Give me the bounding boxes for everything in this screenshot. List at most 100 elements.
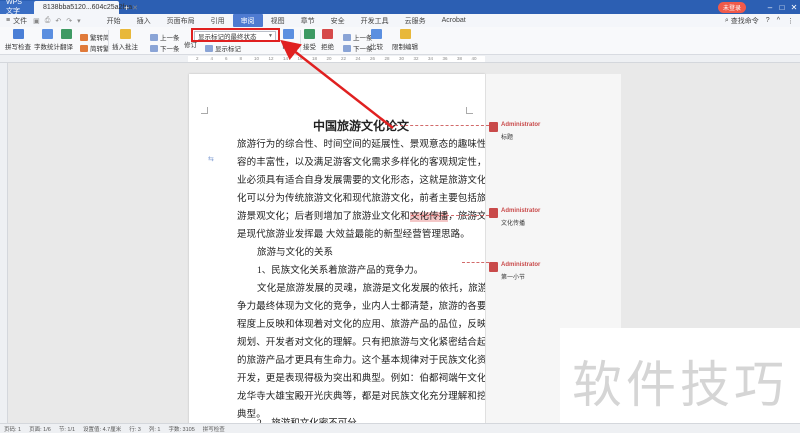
paragraph-line[interactable]: 业必须具有适合自身发展需要的文化形态，这就是旅游文化。旅游文 xyxy=(237,172,525,186)
word-count-label: 字数统计 xyxy=(34,44,60,51)
paragraph-line[interactable]: 容的丰富性，以及满足游客文化需求多样化的客观规定性，促使旅游 xyxy=(237,154,525,168)
paragraph-line[interactable]: 的旅游产品才更具有生命力。这个基本规律对于民族文化资源的旅游 xyxy=(237,352,525,366)
numbered-item[interactable]: 1、民族文化关系着旅游产品的竞争力。 xyxy=(257,262,423,276)
minimize-button[interactable]: – xyxy=(764,3,776,12)
ruler-tick-label: 8 xyxy=(239,56,243,61)
compare-button[interactable]: 比较 xyxy=(370,29,383,51)
paragraph-line[interactable]: 化可以分为传统旅游文化和现代旅游文化，前者主要包括旅游者和旅 xyxy=(237,190,525,204)
undo-icon[interactable]: ↶ xyxy=(55,17,61,25)
spell-check-icon xyxy=(12,29,24,39)
paragraph-line[interactable]: 争力最终体现为文化的竞争，业内人士都清楚，旅游的各要素在一定 xyxy=(237,298,525,312)
ruler-tick-label: 6 xyxy=(225,56,228,61)
paragraph-line[interactable]: 龙华寺大雄宝殿开光庆典等，都是对民族文化充分理解和挖掘运用的 xyxy=(237,388,525,402)
ruler-tick-label: 30 xyxy=(399,56,405,61)
ruler-tick-label: 4 xyxy=(210,56,214,61)
prev-change-button[interactable]: 上一条 xyxy=(343,32,373,42)
horizontal-ruler[interactable]: 2 4 6 8 10 12 14 16 18 20 22 24 26 28 30 32 34 36 38 40 xyxy=(0,55,800,63)
review-pane-button[interactable]: 审阅 xyxy=(282,29,295,51)
comment-text[interactable]: 文化传播 xyxy=(501,218,525,227)
menu-security[interactable]: 安全 xyxy=(323,14,353,27)
status-col: 列: 1 xyxy=(148,426,161,433)
ribbon-divider xyxy=(300,30,301,52)
status-pages[interactable]: 页面: 1/6 xyxy=(29,425,51,433)
insert-comment-button[interactable]: 插入批注 xyxy=(112,29,138,51)
ruler-active-area xyxy=(188,56,485,62)
paragraph-mark-icon[interactable]: ⇆ xyxy=(208,155,218,163)
user-icon xyxy=(489,262,498,272)
status-word-count[interactable]: 字数: 3105 xyxy=(168,425,194,433)
menu-references[interactable]: 引用 xyxy=(203,14,233,27)
vertical-ruler[interactable] xyxy=(0,63,8,423)
ruler-tick-label: 16 xyxy=(297,56,303,61)
file-menu-label: 文件 xyxy=(13,17,28,25)
word-count-button[interactable]: 字数统计 xyxy=(34,29,60,51)
spell-check-label: 拼写检查 xyxy=(5,44,31,51)
accept-icon xyxy=(304,29,315,39)
menu-section[interactable]: 章节 xyxy=(293,14,323,27)
highlighted-text[interactable]: 文化传播 xyxy=(409,212,449,222)
comment-text[interactable]: 第一小节 xyxy=(501,272,525,281)
paragraph-line[interactable]: 规划、开发者对文化的理解。只有把旅游与文化紧密结合起来，这样 xyxy=(237,334,525,348)
more-options-icon[interactable]: ⋮ xyxy=(787,17,794,25)
file-menu[interactable]: ≡ 文件 xyxy=(0,16,33,26)
login-badge[interactable]: 未登录 xyxy=(717,1,746,13)
print-icon[interactable]: ⎙ xyxy=(45,17,51,25)
app-tab[interactable]: WPS 文字 xyxy=(0,0,34,15)
ruler-tick-label: 24 xyxy=(355,56,361,61)
comment-text[interactable]: 标题 xyxy=(501,132,513,141)
menu-insert[interactable]: 插入 xyxy=(129,14,159,27)
menu-home[interactable]: 开始 xyxy=(99,14,129,27)
translate-button[interactable]: 翻译 xyxy=(60,29,73,51)
menu-right: ⌕ 查找命令 ? ^ ⋮ xyxy=(725,16,800,26)
section-heading[interactable]: 旅游与文化的关系 xyxy=(257,244,333,258)
status-page-number[interactable]: 页码: 1 xyxy=(4,425,21,433)
next-change-button[interactable]: 下一条 xyxy=(343,43,373,53)
more-icon[interactable]: ▾ xyxy=(77,17,81,25)
accept-button[interactable]: 接受 xyxy=(303,29,316,51)
status-spell-check[interactable]: 拼写检查 xyxy=(203,425,225,433)
menu-acrobat[interactable]: Acrobat xyxy=(434,14,474,27)
new-tab-button[interactable]: + xyxy=(124,1,129,14)
menu-view[interactable]: 视图 xyxy=(263,14,293,27)
prev-comment-button[interactable]: 上一条 xyxy=(150,32,180,42)
comment-icon xyxy=(119,29,131,39)
menu-developer[interactable]: 开发工具 xyxy=(353,14,397,27)
restrict-edit-button[interactable]: 限制编辑 xyxy=(392,29,418,51)
wps-writer-window: WPS 文字 8138bba5120...604c25a2faa ✕ + 未登录… xyxy=(0,0,800,433)
menu-bar: ≡ 文件 ▣ ⎙ ↶ ↷ ▾ 开始 插入 页面布局 引用 审阅 视图 章节 安全… xyxy=(0,14,800,27)
show-markup-icon xyxy=(205,44,213,52)
quick-access-toolbar: ▣ ⎙ ↶ ↷ ▾ xyxy=(33,17,81,25)
spell-check-button[interactable]: 拼写检查 xyxy=(5,29,31,51)
accept-label: 接受 xyxy=(303,44,316,51)
next-icon xyxy=(150,44,158,52)
document-page[interactable]: 中国旅游文化论文 旅游行为的综合性、时间空间的延展性、景观意态的趣味性、旅游内 … xyxy=(189,74,526,426)
comment-connector xyxy=(395,125,489,126)
close-window-button[interactable]: ✕ xyxy=(788,3,800,12)
close-tab-icon[interactable]: ✕ xyxy=(132,4,138,12)
menu-page-layout[interactable]: 页面布局 xyxy=(159,14,203,27)
menu-review[interactable]: 审阅 xyxy=(232,14,263,27)
comment-author: Administrator xyxy=(501,262,541,268)
paragraph-line[interactable]: 是现代旅游业发挥最 大效益最能的新型经营管理思路。 xyxy=(237,226,470,240)
trad-simp-button[interactable]: 简转繁 xyxy=(80,43,110,53)
maximize-button[interactable]: □ xyxy=(776,3,788,12)
search-command[interactable]: ⌕ 查找命令 xyxy=(725,16,759,26)
collapse-ribbon-icon[interactable]: ^ xyxy=(777,17,780,24)
simp-trad-button[interactable]: 繁转简 xyxy=(80,32,110,42)
save-icon[interactable]: ▣ xyxy=(33,17,40,25)
next-change-icon xyxy=(343,44,351,52)
compare-label: 比较 xyxy=(370,44,383,51)
redo-icon[interactable]: ↷ xyxy=(66,17,72,25)
comment-connector xyxy=(411,215,489,216)
document-tab[interactable]: 8138bba5120...604c25a2faa ✕ xyxy=(34,1,138,14)
paragraph-line[interactable]: 程度上反映和体现着对文化的应用、旅游产品的品位，反映了策划、 xyxy=(237,316,525,330)
next-comment-button[interactable]: 下一条 xyxy=(150,43,180,53)
ribbon-divider xyxy=(108,30,109,52)
watermark-text: 软件技巧 xyxy=(572,355,788,414)
menu-cloud[interactable]: 云服务 xyxy=(397,14,434,27)
help-icon[interactable]: ? xyxy=(766,17,770,24)
show-markup-button[interactable]: 显示标记 xyxy=(205,43,241,53)
paragraph-line[interactable]: 旅游行为的综合性、时间空间的延展性、景观意态的趣味性、旅游内 xyxy=(237,136,525,150)
paragraph-line[interactable]: 开发，更是表现得极为突出和典型。例如：伯都祠端午文化旅游节、 xyxy=(237,370,525,384)
reject-button[interactable]: 拒绝 xyxy=(321,29,334,51)
